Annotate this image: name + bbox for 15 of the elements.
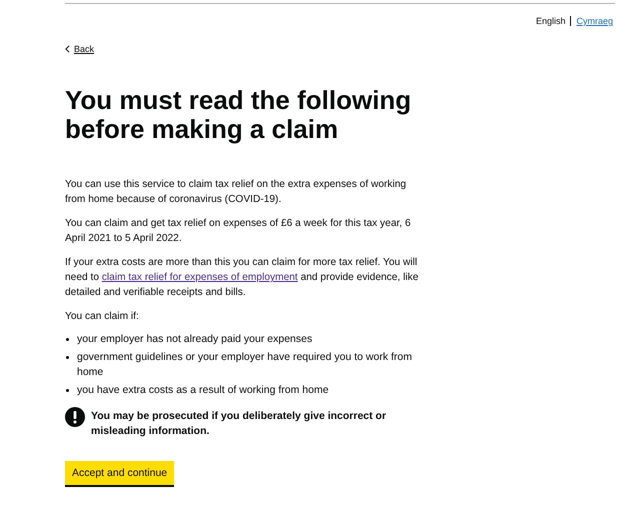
accept-button[interactable]: Accept and continue (65, 461, 174, 485)
page-heading: You must read the following before making a claim (65, 86, 412, 144)
body-paragraph: You can claim if: (65, 310, 140, 324)
body-paragraph: If your extra costs are more than this you can claim for more tax relief. You will need to claim tax relief for expenses of employment and provide evidence, like detailed and verifiable receipts and bills. (65, 256, 420, 300)
text-link[interactable]: claim tax relief for expenses of employment (102, 272, 298, 283)
body-paragraph: You can use this service to claim tax relief on the extra expenses of working from home because of coronavirus (COVID-19). (65, 178, 408, 207)
back-link[interactable]: Back (65, 44, 94, 54)
warning-icon (65, 407, 85, 427)
chevron-icon (65, 45, 70, 53)
body-paragraph: You can claim and get tax relief on expenses of £6 a week for this tax year, 6 April 2021 to 5 April 2022. (65, 217, 412, 246)
language-current: English (536, 16, 566, 26)
language-link[interactable]: Cymraeg (576, 16, 613, 26)
list-item: your employer has not already paid your expenses (77, 332, 312, 347)
list-item: you have extra costs as a result of working from home (77, 383, 329, 398)
warning-text: You may be prosecuted if you deliberately give incorrect or misleading information. (91, 409, 388, 439)
